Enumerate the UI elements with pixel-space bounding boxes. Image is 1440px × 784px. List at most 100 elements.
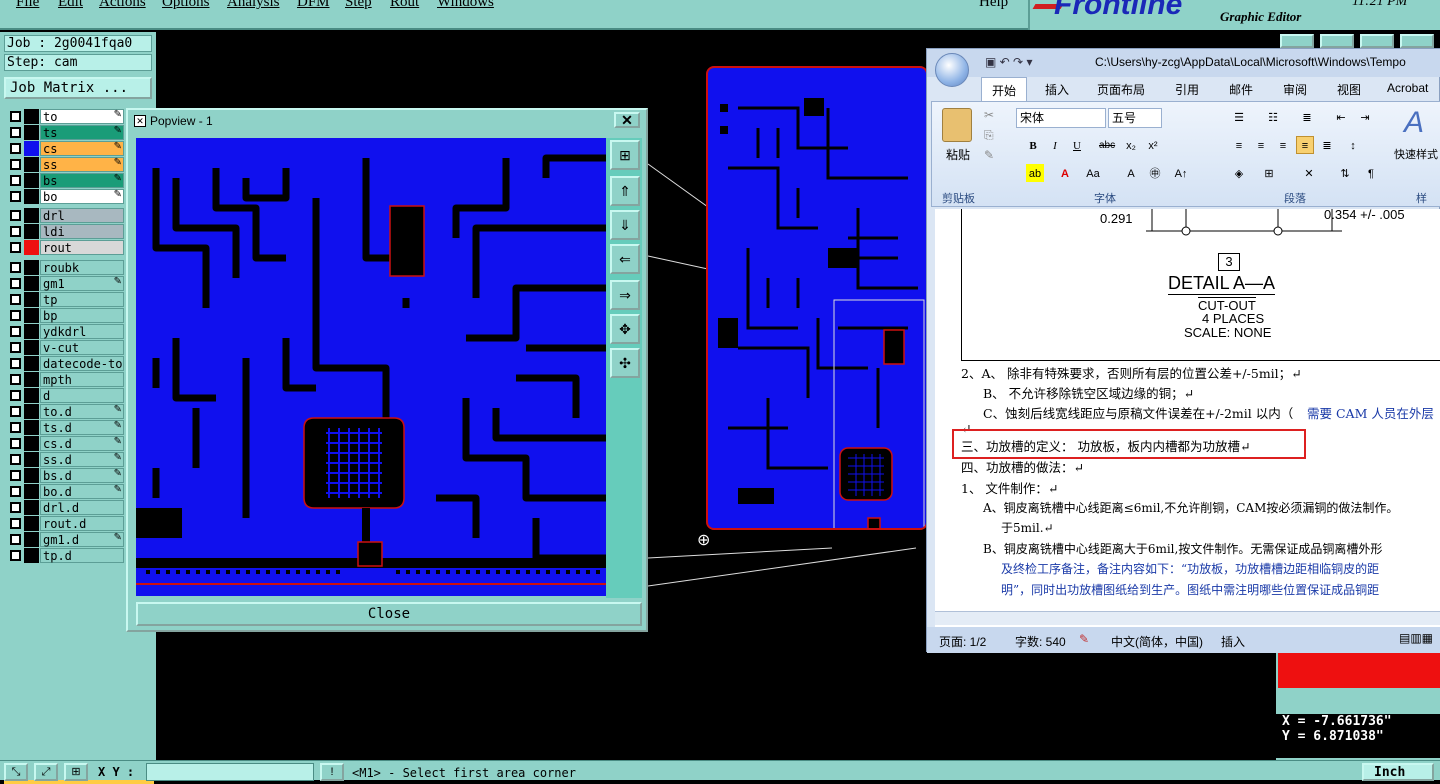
layer-row-roubk[interactable]: roubk	[6, 260, 124, 275]
layer-checkbox[interactable]	[10, 518, 21, 529]
layer-checkbox[interactable]	[10, 422, 21, 433]
alert-icon[interactable]: !	[320, 763, 344, 781]
layer-color-swatch[interactable]	[24, 420, 39, 435]
layer-row-to.d[interactable]: to.d ✎	[6, 404, 124, 419]
zoom-out-icon[interactable]: ✣	[610, 348, 640, 378]
tab-acrobat[interactable]: Acrobat	[1387, 81, 1428, 95]
layer-name[interactable]: tp.d	[40, 548, 124, 563]
tab-mailings[interactable]: 邮件	[1229, 81, 1253, 98]
paste-icon[interactable]	[942, 108, 972, 142]
layer-checkbox[interactable]	[10, 454, 21, 465]
layer-name[interactable]: d	[40, 388, 124, 403]
popview-close-button[interactable]: Close	[136, 602, 642, 626]
cut-icon[interactable]: ✂	[984, 108, 994, 122]
layer-color-swatch[interactable]	[24, 157, 39, 172]
layer-row-datecode-to[interactable]: datecode-to	[6, 356, 124, 371]
tab-references[interactable]: 引用	[1175, 81, 1199, 98]
close-icon[interactable]: ✕	[614, 112, 640, 128]
layer-checkbox[interactable]	[10, 406, 21, 417]
layer-checkbox[interactable]	[10, 226, 21, 237]
layer-color-swatch[interactable]	[24, 240, 39, 255]
view-buttons-icon[interactable]: ▤▥▦	[1399, 631, 1433, 645]
layer-name[interactable]: to	[40, 109, 124, 124]
layer-color-swatch[interactable]	[24, 125, 39, 140]
sort-icon[interactable]: ⇅	[1336, 164, 1354, 182]
layer-name[interactable]: bs.d	[40, 468, 124, 483]
layer-color-swatch[interactable]	[24, 500, 39, 515]
layer-checkbox[interactable]	[10, 374, 21, 385]
layer-checkbox[interactable]	[10, 486, 21, 497]
layer-color-swatch[interactable]	[24, 292, 39, 307]
document-page[interactable]: 0.291 0.354 +/- .005 3 DETAIL A—A CUT-OU…	[935, 209, 1440, 627]
layer-row-cs[interactable]: cs ✎	[6, 141, 124, 156]
status-mode[interactable]: 插入	[1221, 633, 1245, 650]
layer-row-drl.d[interactable]: drl.d	[6, 500, 124, 515]
align-center-icon[interactable]: ≡	[1252, 136, 1270, 154]
line-spacing-icon[interactable]: ↕	[1344, 136, 1362, 154]
layer-row-bp[interactable]: bp	[6, 308, 124, 323]
layer-row-gm1[interactable]: gm1 ✎	[6, 276, 124, 291]
layer-name[interactable]: ss.d	[40, 452, 124, 467]
layer-name[interactable]: bp	[40, 308, 124, 323]
layer-checkbox[interactable]	[10, 342, 21, 353]
layer-name[interactable]: mpth	[40, 372, 124, 387]
layer-checkbox[interactable]	[10, 358, 21, 369]
layer-name[interactable]: bo	[40, 189, 124, 204]
layer-row-ydkdrl[interactable]: ydkdrl	[6, 324, 124, 339]
strikethrough-icon[interactable]: abc	[1098, 136, 1116, 154]
layer-color-swatch[interactable]	[24, 324, 39, 339]
layer-name[interactable]: gm1.d	[40, 532, 124, 547]
layer-row-cs.d[interactable]: cs.d ✎	[6, 436, 124, 451]
layer-color-swatch[interactable]	[24, 260, 39, 275]
layer-checkbox[interactable]	[10, 534, 21, 545]
measure-tool-icon[interactable]: ⤢	[34, 763, 58, 781]
layer-checkbox[interactable]	[10, 210, 21, 221]
job-matrix-button[interactable]: Job Matrix ...	[4, 77, 152, 99]
layer-color-swatch[interactable]	[24, 468, 39, 483]
layer-checkbox[interactable]	[10, 502, 21, 513]
layer-color-swatch[interactable]	[24, 109, 39, 124]
popview-titlebar[interactable]: ✕ Popview - 1 ✕	[130, 112, 644, 130]
asian-layout-icon[interactable]: ✕	[1300, 164, 1318, 182]
distribute-icon[interactable]: ≣	[1318, 136, 1336, 154]
layer-row-ts[interactable]: ts ✎	[6, 125, 124, 140]
pan-up-icon[interactable]: ⇑	[610, 176, 640, 206]
view-button-3[interactable]	[1360, 34, 1394, 48]
layer-name[interactable]: bs	[40, 173, 124, 188]
enclose-char-icon[interactable]: ㊥	[1146, 164, 1164, 182]
units-select[interactable]: Inch	[1362, 763, 1434, 781]
layer-row-tp[interactable]: tp	[6, 292, 124, 307]
menu-dfm[interactable]: DFM	[297, 0, 330, 11]
layer-name[interactable]: rout	[40, 240, 124, 255]
pcb-board-view[interactable]	[706, 66, 928, 530]
shading-icon[interactable]: ◈	[1230, 164, 1248, 182]
menu-step[interactable]: Step	[345, 0, 372, 11]
paste-button[interactable]: 粘贴	[946, 146, 970, 163]
menu-actions[interactable]: Actions	[99, 0, 146, 11]
layer-row-ss[interactable]: ss ✎	[6, 157, 124, 172]
layer-row-ldi[interactable]: ldi	[6, 224, 124, 239]
layer-color-swatch[interactable]	[24, 404, 39, 419]
layer-row-tp.d[interactable]: tp.d	[6, 548, 124, 563]
layer-color-swatch[interactable]	[24, 532, 39, 547]
bold-icon[interactable]: B	[1024, 136, 1042, 154]
layer-checkbox[interactable]	[10, 262, 21, 273]
layer-checkbox[interactable]	[10, 143, 21, 154]
menu-windows[interactable]: Windows	[437, 0, 494, 11]
superscript-icon[interactable]: x²	[1144, 136, 1162, 154]
layer-checkbox[interactable]	[10, 159, 21, 170]
layer-name[interactable]: roubk	[40, 260, 124, 275]
layer-color-swatch[interactable]	[24, 516, 39, 531]
layer-checkbox[interactable]	[10, 175, 21, 186]
layer-name[interactable]: v-cut	[40, 340, 124, 355]
italic-icon[interactable]: I	[1046, 136, 1064, 154]
view-button-2[interactable]	[1320, 34, 1354, 48]
numbering-icon[interactable]: ☷	[1264, 108, 1282, 126]
layer-checkbox[interactable]	[10, 438, 21, 449]
layer-checkbox[interactable]	[10, 550, 21, 561]
tab-review[interactable]: 审阅	[1283, 81, 1307, 98]
layer-color-swatch[interactable]	[24, 388, 39, 403]
status-words[interactable]: 字数: 540	[1015, 633, 1066, 650]
layer-name[interactable]: cs	[40, 141, 124, 156]
subscript-icon[interactable]: x₂	[1122, 136, 1140, 154]
